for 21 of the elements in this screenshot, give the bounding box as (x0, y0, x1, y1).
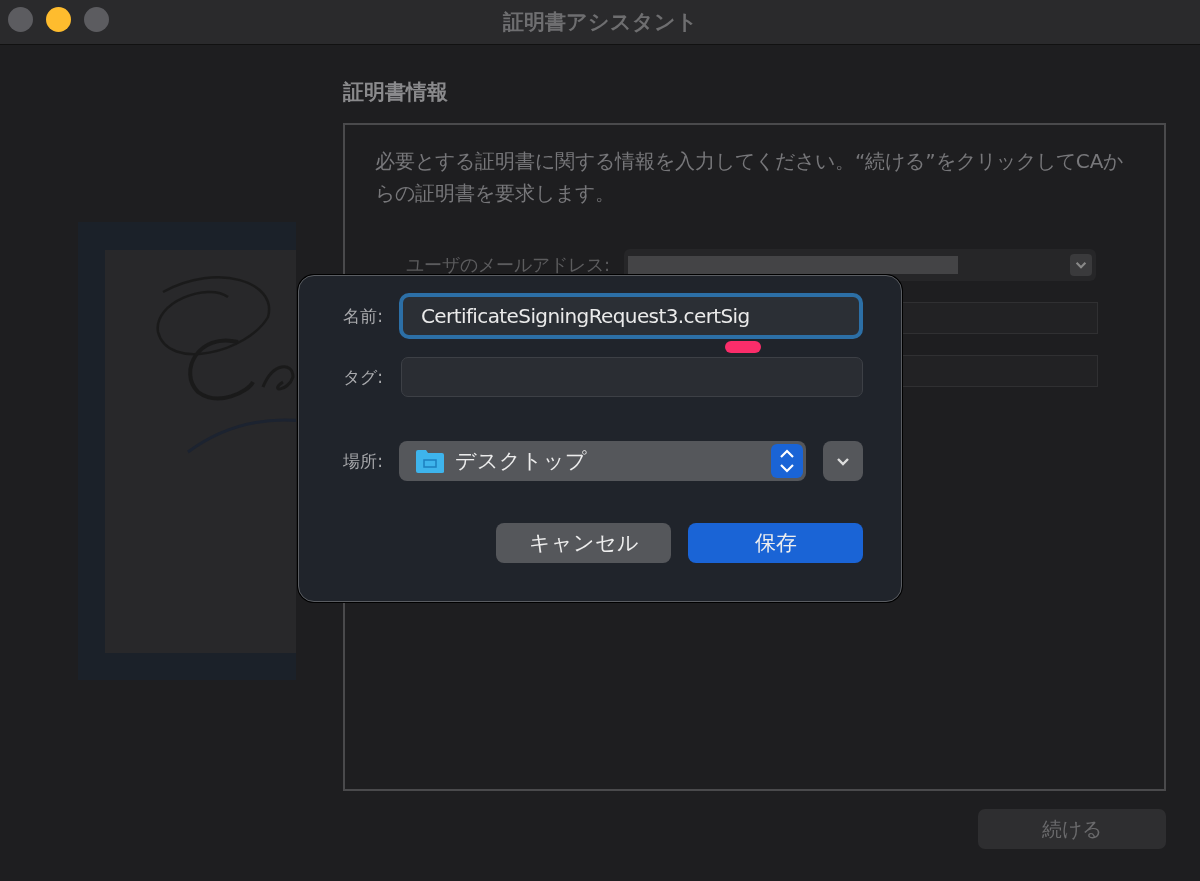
section-title: 証明書情報 (343, 79, 449, 106)
zoom-button[interactable] (84, 7, 109, 32)
name-field[interactable]: CertificateSigningRequest3.certSig (399, 293, 863, 339)
folder-icon (415, 448, 445, 474)
expand-button[interactable] (823, 441, 863, 481)
minimize-button[interactable] (46, 7, 71, 32)
tag-label: タグ: (342, 365, 383, 389)
tag-field[interactable] (401, 357, 863, 397)
window-title: 証明書アシスタント (502, 9, 698, 36)
location-popup[interactable]: デスクトップ (399, 441, 807, 481)
location-label: 場所: (342, 449, 383, 473)
instruction-text: 必要とする証明書に関する情報を入力してください。“続ける”をクリックしてCAからの証明書を要求します。 (375, 148, 1125, 207)
cancel-button[interactable]: キャンセル (496, 523, 671, 563)
close-button[interactable] (8, 7, 33, 32)
highlight-mark (725, 341, 761, 353)
email-label: ユーザのメールアドレス: (404, 253, 610, 277)
name-label: 名前: (342, 304, 383, 328)
save-button[interactable]: 保存 (688, 523, 863, 563)
stepper-icon (771, 444, 804, 478)
chevron-icon (1070, 254, 1092, 276)
location-value: デスクトップ (455, 448, 588, 475)
